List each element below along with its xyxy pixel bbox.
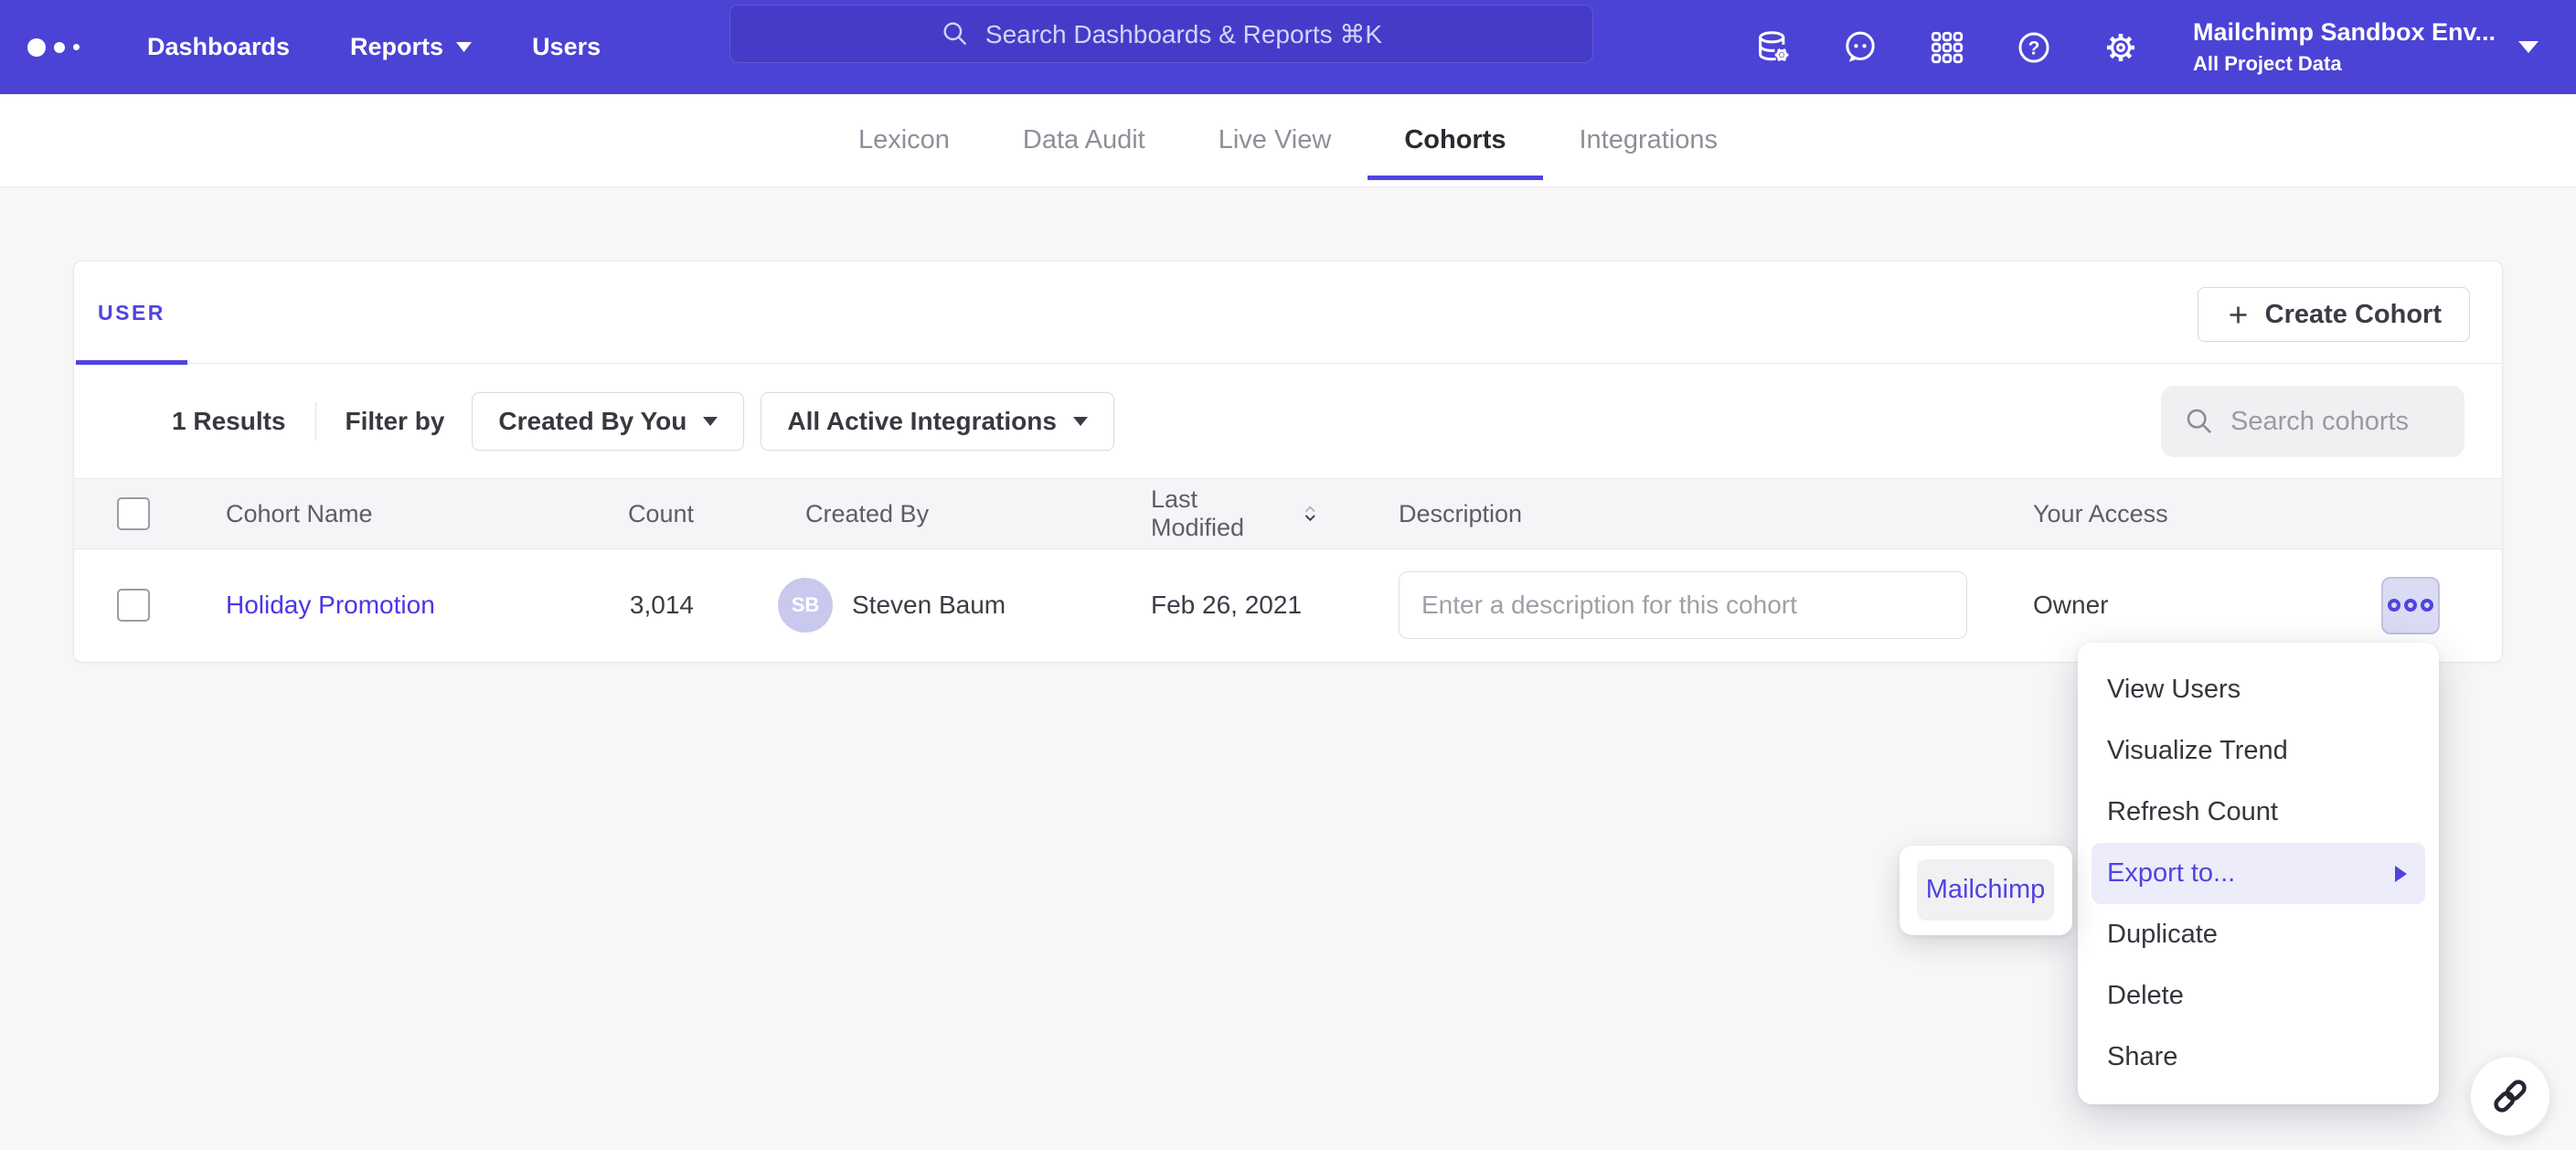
cohort-count: 3,014 [568, 591, 705, 620]
project-scope: All Project Data [2193, 52, 2495, 76]
tab-cohorts[interactable]: Cohorts [1404, 94, 1506, 186]
cohort-name-link[interactable]: Holiday Promotion [226, 591, 435, 619]
column-header-label: Last Modified [1151, 485, 1293, 542]
tab-label: Cohorts [1404, 125, 1506, 155]
search-icon [2184, 406, 2215, 437]
filter-dropdown-label: All Active Integrations [787, 407, 1057, 436]
menu-item-duplicate[interactable]: Duplicate [2078, 904, 2439, 965]
last-modified-date: Feb 26, 2021 [1151, 591, 1302, 620]
project-name: Mailchimp Sandbox Env... [2193, 18, 2495, 47]
primary-nav: Dashboards Reports Users [147, 33, 601, 61]
global-search-bar[interactable]: Search Dashboards & Reports ⌘K [729, 5, 1593, 63]
tab-label: USER [98, 301, 165, 325]
chevron-down-icon [2518, 41, 2539, 53]
nav-item-label: Reports [350, 33, 443, 61]
menu-item-label: Export to... [2107, 858, 2235, 889]
tab-label: Lexicon [858, 125, 950, 155]
divider [315, 402, 316, 441]
menu-item-refresh-count[interactable]: Refresh Count [2078, 782, 2439, 843]
column-header-cohort-name: Cohort Name [193, 500, 568, 528]
export-submenu: Mailchimp [1900, 846, 2072, 935]
tab-label: Integrations [1580, 125, 1719, 155]
plus-icon [2226, 303, 2251, 327]
nav-item-dashboards[interactable]: Dashboards [147, 33, 290, 61]
creator-name: Steven Baum [852, 591, 1006, 620]
filter-toolbar: 1 Results Filter by Created By You All A… [74, 364, 2502, 478]
global-search-placeholder: Search Dashboards & Reports ⌘K [985, 19, 1382, 49]
menu-item-label: Delete [2107, 981, 2184, 1011]
row-actions-menu-button[interactable] [2381, 577, 2440, 634]
filter-dropdown-label: Created By You [498, 407, 687, 436]
tab-label: Data Audit [1023, 125, 1145, 155]
nav-item-users[interactable]: Users [532, 33, 601, 61]
chevron-down-icon [703, 417, 718, 426]
created-by-cell: SB Steven Baum [705, 578, 1070, 633]
filter-by-label: Filter by [346, 407, 445, 436]
link-icon [2489, 1075, 2531, 1117]
nav-item-reports[interactable]: Reports [350, 33, 472, 61]
menu-item-share[interactable]: Share [2078, 1027, 2439, 1088]
column-header-description: Description [1317, 500, 1975, 528]
access-level: Owner [1975, 591, 2341, 620]
tab-user-cohorts[interactable]: USER [76, 261, 187, 364]
feedback-icon[interactable] [1841, 28, 1879, 67]
menu-item-view-users[interactable]: View Users [2078, 659, 2439, 720]
column-header-count: Count [568, 500, 705, 528]
help-icon[interactable]: ? [2015, 28, 2053, 67]
project-switcher[interactable]: Mailchimp Sandbox Env... All Project Dat… [2193, 18, 2539, 76]
tab-lexicon[interactable]: Lexicon [858, 94, 950, 186]
submenu-item-mailchimp[interactable]: Mailchimp [1917, 859, 2054, 921]
cohorts-panel: USER Create Cohort 1 Results Filter by C… [73, 261, 2503, 663]
filter-integrations-dropdown[interactable]: All Active Integrations [761, 392, 1114, 451]
settings-gear-icon[interactable] [2102, 28, 2140, 67]
row-context-menu: View Users Visualize Trend Refresh Count… [2078, 643, 2439, 1104]
svg-text:?: ? [2028, 37, 2040, 59]
description-input[interactable] [1399, 571, 1967, 639]
data-diagnostics-icon[interactable] [1754, 28, 1793, 67]
select-all-checkbox[interactable] [117, 497, 150, 530]
nav-item-label: Users [532, 33, 601, 61]
chevron-down-icon [1073, 417, 1088, 426]
search-cohorts-input[interactable]: Search cohorts [2161, 386, 2464, 457]
table-header-row: Cohort Name Count Created By Last Modifi… [74, 478, 2502, 549]
menu-item-label: Refresh Count [2107, 797, 2278, 827]
create-cohort-button[interactable]: Create Cohort [2198, 287, 2470, 342]
search-cohorts-placeholder: Search cohorts [2230, 407, 2409, 437]
mixpanel-logo[interactable] [27, 38, 80, 57]
column-header-created-by: Created By [705, 500, 1070, 528]
column-header-your-access: Your Access [1975, 500, 2341, 528]
project-meta: Mailchimp Sandbox Env... All Project Dat… [2193, 18, 2495, 76]
menu-item-label: Duplicate [2107, 920, 2218, 950]
cohorts-panel-header: USER Create Cohort [74, 261, 2502, 364]
submenu-item-label: Mailchimp [1926, 875, 2046, 905]
search-icon [941, 19, 970, 48]
tab-live-view[interactable]: Live View [1219, 94, 1332, 186]
tab-label: Live View [1219, 125, 1332, 155]
menu-item-export-to[interactable]: Export to... [2092, 843, 2425, 904]
section-tab-bar: Lexicon Data Audit Live View Cohorts Int… [0, 94, 2576, 187]
menu-item-label: View Users [2107, 675, 2241, 705]
menu-item-label: Share [2107, 1042, 2177, 1072]
results-count: 1 Results [172, 407, 286, 436]
nav-right-cluster: ? Mailchimp Sandbox Env... All Project D… [1706, 0, 2576, 94]
column-header-last-modified[interactable]: Last Modified [1070, 485, 1317, 542]
apps-grid-icon[interactable] [1928, 28, 1966, 67]
chevron-down-icon [456, 42, 472, 52]
tab-integrations[interactable]: Integrations [1580, 94, 1719, 186]
top-nav: Dashboards Reports Users Search Dashboar… [0, 0, 2576, 94]
filter-created-by-dropdown[interactable]: Created By You [472, 392, 744, 451]
row-checkbox[interactable] [117, 589, 150, 622]
nav-item-label: Dashboards [147, 33, 290, 61]
sort-icon [1304, 506, 1317, 522]
menu-item-visualize-trend[interactable]: Visualize Trend [2078, 720, 2439, 782]
copy-link-floating-button[interactable] [2470, 1056, 2550, 1136]
avatar: SB [778, 578, 833, 633]
create-cohort-label: Create Cohort [2265, 300, 2442, 330]
submenu-arrow-icon [2395, 866, 2407, 882]
menu-item-label: Visualize Trend [2107, 736, 2288, 766]
tab-data-audit[interactable]: Data Audit [1023, 94, 1145, 186]
menu-item-delete[interactable]: Delete [2078, 965, 2439, 1027]
